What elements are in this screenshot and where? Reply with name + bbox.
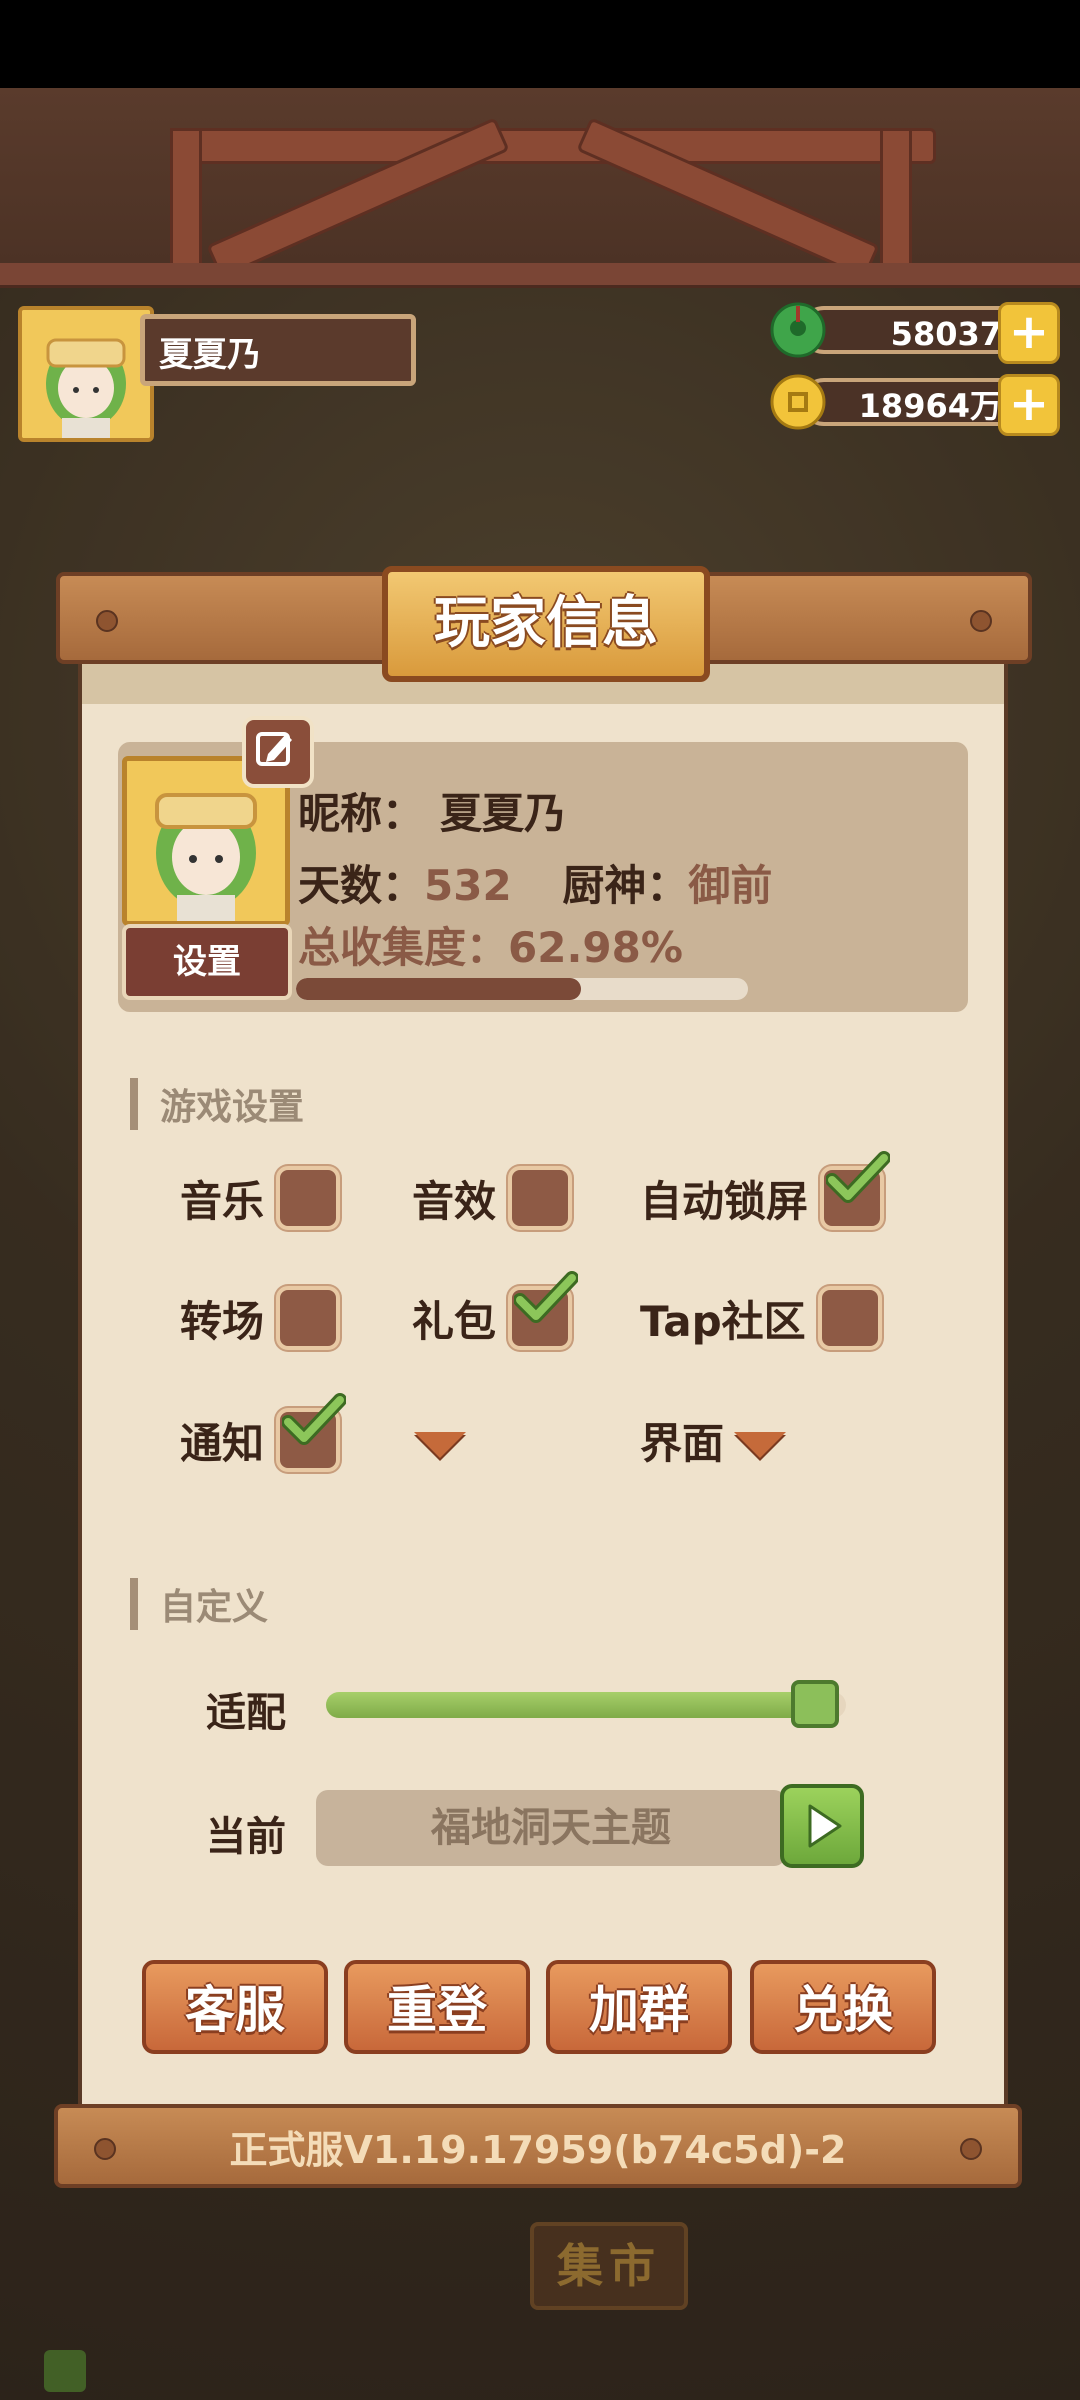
- play-icon: [808, 1804, 842, 1848]
- checkmark-icon: [826, 1151, 891, 1203]
- option-gift-pack[interactable]: 礼包: [412, 1271, 579, 1350]
- edit-profile-button[interactable]: [242, 716, 314, 788]
- redeem-button[interactable]: 兑换: [750, 1960, 936, 2054]
- tap-community-checkbox[interactable]: [817, 1286, 882, 1350]
- gift-pack-checkbox[interactable]: [508, 1271, 579, 1350]
- gold-currency: 18964万 +: [760, 372, 1060, 436]
- dropdown-unlabeled[interactable]: [404, 1410, 466, 1470]
- checkmark-icon: [514, 1271, 579, 1323]
- roof-background: [0, 88, 1080, 289]
- player-name-plate: 夏夏乃: [140, 314, 416, 386]
- checkmark-icon: [282, 1393, 347, 1445]
- days-row: 天数：532 厨神：御前: [298, 852, 772, 913]
- nickname-row: 昵称： 夏夏乃: [298, 780, 566, 841]
- jade-amount: 58037: [800, 306, 1030, 354]
- version-text: 正式服V1.19.17959(b74c5d)-2: [229, 2128, 847, 2172]
- interface-label: 界面: [640, 1418, 725, 1468]
- chevron-down-icon[interactable]: [734, 1432, 787, 1458]
- adapt-slider-handle[interactable]: [790, 1680, 839, 1728]
- add-gold-button[interactable]: +: [998, 374, 1060, 436]
- option-notification[interactable]: 通知: [180, 1393, 347, 1472]
- jade-currency: 58037 +: [760, 300, 1060, 364]
- adapt-slider[interactable]: [326, 1692, 846, 1718]
- add-jade-button[interactable]: +: [998, 302, 1060, 364]
- next-theme-button[interactable]: [780, 1784, 864, 1868]
- music-checkbox[interactable]: [276, 1166, 341, 1230]
- days-value: 532: [424, 861, 512, 910]
- nickname-value: 夏夏乃: [440, 789, 567, 838]
- customer-service-button[interactable]: 客服: [142, 1960, 328, 2054]
- dropdown-interface[interactable]: 界面: [640, 1410, 787, 1470]
- status-bar: [0, 0, 1080, 88]
- market-sign: 集市: [530, 2222, 688, 2310]
- option-label: 通知: [180, 1418, 265, 1468]
- option-transition[interactable]: 转场: [180, 1286, 341, 1350]
- chef-label: 厨神：: [562, 861, 689, 910]
- collection-progress-fill: [296, 978, 581, 1000]
- adapt-slider-fill: [326, 1692, 815, 1718]
- option-label: 礼包: [412, 1296, 497, 1346]
- corner-icon: [44, 2350, 86, 2392]
- dialog-title: 玩家信息: [382, 566, 710, 682]
- nickname-label: 昵称：: [298, 789, 425, 838]
- current-theme-label: 当前: [206, 1814, 286, 1860]
- collection-progress-bar: [296, 978, 748, 1000]
- settings-button[interactable]: 设置: [122, 924, 292, 1000]
- player-avatar[interactable]: [18, 306, 154, 442]
- collection-value: 62.98%: [508, 923, 683, 972]
- option-auto-lock[interactable]: 自动锁屏: [640, 1151, 891, 1230]
- version-bar: 正式服V1.19.17959(b74c5d)-2: [54, 2104, 1022, 2188]
- option-sound-effects[interactable]: 音效: [412, 1166, 573, 1230]
- collection-label: 总收集度：: [298, 923, 509, 972]
- option-label: Tap社区: [640, 1296, 806, 1346]
- option-label: 自动锁屏: [640, 1176, 809, 1226]
- relogin-button[interactable]: 重登: [344, 1960, 530, 2054]
- option-label: 转场: [180, 1296, 265, 1346]
- game-settings-title: 游戏设置: [130, 1078, 304, 1130]
- gold-coin-icon: [770, 374, 826, 430]
- sound-effects-checkbox[interactable]: [508, 1166, 573, 1230]
- option-label: 音乐: [180, 1176, 265, 1226]
- collection-row: 总收集度：62.98%: [298, 914, 683, 975]
- current-theme-value: 福地洞天主题: [316, 1790, 786, 1866]
- adapt-label: 适配: [206, 1690, 286, 1736]
- notification-checkbox[interactable]: [276, 1393, 347, 1472]
- custom-section-title: 自定义: [130, 1578, 268, 1630]
- option-music[interactable]: 音乐: [180, 1166, 341, 1230]
- option-label: 音效: [412, 1176, 497, 1226]
- option-tap-community[interactable]: Tap社区: [640, 1286, 882, 1350]
- join-group-button[interactable]: 加群: [546, 1960, 732, 2054]
- days-label: 天数：: [298, 861, 425, 910]
- auto-lock-checkbox[interactable]: [820, 1151, 891, 1230]
- chevron-down-icon[interactable]: [414, 1432, 466, 1458]
- jade-coin-icon: [770, 302, 826, 358]
- pencil-icon: [256, 732, 292, 766]
- transition-checkbox[interactable]: [276, 1286, 341, 1350]
- gold-amount: 18964万: [800, 378, 1030, 426]
- chef-value: 御前: [688, 861, 773, 910]
